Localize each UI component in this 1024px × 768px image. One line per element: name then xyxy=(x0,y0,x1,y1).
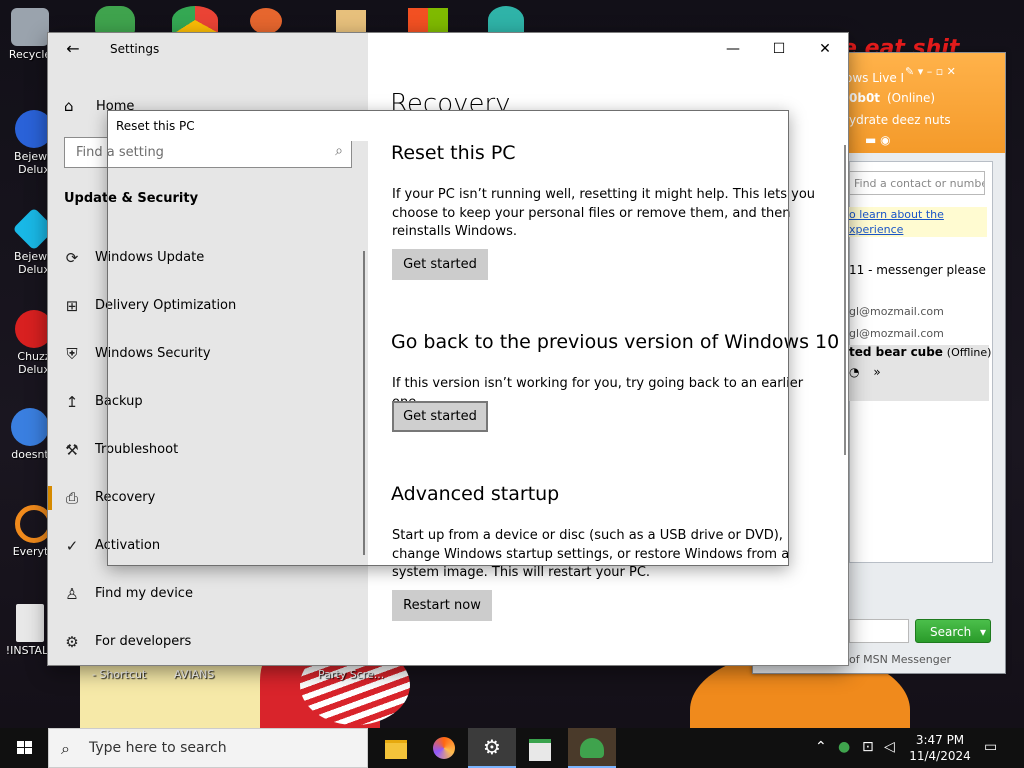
nav-item-find-my-device[interactable]: ♙ Find my device xyxy=(48,574,364,614)
app-window-icon[interactable] xyxy=(516,728,564,768)
nav-item-for-developers[interactable]: ⚙ For developers xyxy=(48,622,364,662)
dialog-title: Reset this PC xyxy=(116,119,195,133)
recycle-bin-graphic xyxy=(11,8,49,46)
msn-title: ows Live I xyxy=(845,71,905,85)
taskbar-clock[interactable]: 3:47 PM 11/4/2024 xyxy=(904,732,976,764)
shield-icon: ⛨ xyxy=(66,345,78,363)
msn-toolbar-icons[interactable]: ▬ ◉ xyxy=(865,133,891,147)
windows-start-icon[interactable] xyxy=(0,728,48,768)
msn-contact-4-status: (Offline) xyxy=(946,346,992,359)
clock-date: 11/4/2024 xyxy=(909,749,971,763)
thunderbird-graphic xyxy=(11,408,49,446)
msn-find-contact-input[interactable]: Find a contact or numbe xyxy=(849,171,985,195)
nav-label: Find my device xyxy=(95,586,193,601)
msn-contact-1[interactable]: 11 - messenger please xyxy=(849,263,986,277)
msn-search-label: Search xyxy=(930,625,972,639)
taskbar: ⌕ Type here to search ⚙ ⌃ ● ⊡ ◁ 3:47 PM … xyxy=(0,728,1024,768)
desktop-label-avians[interactable]: AVIANS xyxy=(174,668,214,681)
msn-learn-link[interactable]: o learn about the xperience xyxy=(849,207,987,237)
desktop-icon-top-4[interactable] xyxy=(336,10,366,34)
msn-learn-link-line1: o learn about the xyxy=(849,208,944,221)
minimize-button[interactable]: — xyxy=(710,33,756,65)
maximize-button[interactable]: ☐ xyxy=(756,33,802,65)
msn-contact-icon: ◔ xyxy=(849,365,860,379)
msn-messenger-icon[interactable] xyxy=(568,728,616,768)
recovery-icon: ⎙ xyxy=(65,489,78,507)
chevron-up-icon[interactable]: ⌃ xyxy=(815,739,827,755)
desktop-label-shortcut[interactable]: - Shortcut xyxy=(92,668,146,681)
reset-this-pc-dialog[interactable]: Reset this PC xyxy=(107,110,789,566)
msn-footer: of MSN Messenger xyxy=(849,653,952,666)
msn-contact-3[interactable]: gl@mozmail.com xyxy=(849,327,944,340)
volume-icon[interactable]: ◁ xyxy=(884,739,895,755)
msn-more[interactable]: » xyxy=(873,365,880,379)
close-button[interactable]: ✕ xyxy=(802,33,848,65)
msn-contact-4: ted bear cube xyxy=(849,345,943,359)
msn-search-button[interactable]: Search ▾ xyxy=(915,619,991,643)
chevron-down-icon[interactable]: ▾ xyxy=(980,620,986,644)
person-pin-icon: ♙ xyxy=(65,585,79,603)
install-file-graphic xyxy=(16,604,44,642)
file-explorer-icon[interactable] xyxy=(372,728,420,768)
developer-icon: ⚙ xyxy=(65,633,79,651)
restart-now-button[interactable]: Restart now xyxy=(392,590,492,621)
check-circle-icon: ✓ xyxy=(65,537,79,555)
taskbar-search-placeholder: Type here to search xyxy=(89,740,227,756)
desktop-icon-top-1[interactable] xyxy=(95,6,135,34)
firefox-icon[interactable] xyxy=(420,728,468,768)
desktop-icon-top-6[interactable] xyxy=(488,6,524,34)
msn-personal-message[interactable]: ydrate deez nuts xyxy=(849,113,951,127)
msn-contact-2[interactable]: gl@mozmail.com xyxy=(849,305,944,318)
msn-learn-link-line2: xperience xyxy=(849,223,904,236)
refresh-icon: ⟳ xyxy=(65,249,79,267)
search-icon: ⌕ xyxy=(61,739,70,758)
msn-status[interactable]: (Online) xyxy=(887,91,935,105)
taskbar-search-box[interactable]: ⌕ Type here to search xyxy=(48,728,368,768)
msn-search-input[interactable] xyxy=(849,619,909,643)
nav-label: For developers xyxy=(95,634,192,649)
msn-contact-4-row[interactable]: ted bear cube (Offline) ◔ » xyxy=(849,345,992,401)
notification-icon[interactable]: ▭ xyxy=(984,739,997,755)
desktop-label-party[interactable]: Party Scre... xyxy=(318,668,384,681)
window-title: Settings xyxy=(110,42,160,56)
dialog-titlebar: Reset this PC xyxy=(108,111,788,141)
backup-arrow-icon: ↥ xyxy=(65,393,79,411)
desktop-icon-top-3[interactable] xyxy=(250,8,282,34)
back-arrow-icon[interactable]: ← xyxy=(58,35,88,63)
home-icon: ⌂ xyxy=(64,97,74,115)
msn-window-controls[interactable]: ✎ ▾ – ▫ ✕ xyxy=(905,65,956,78)
clock-time: 3:47 PM xyxy=(915,733,965,747)
chrome-icon[interactable] xyxy=(172,6,218,34)
msn-tray-icon[interactable]: ● xyxy=(838,739,850,755)
wrench-icon: ⚒ xyxy=(65,441,79,459)
network-icon[interactable]: ⊡ xyxy=(862,739,874,755)
windows-flag-icon[interactable] xyxy=(408,8,448,34)
settings-gear-icon[interactable]: ⚙ xyxy=(468,728,516,768)
delivery-icon: ⊞ xyxy=(65,297,79,315)
content-scrollbar[interactable] xyxy=(844,145,846,455)
msn-display-name[interactable]: 0b0t xyxy=(849,91,880,105)
